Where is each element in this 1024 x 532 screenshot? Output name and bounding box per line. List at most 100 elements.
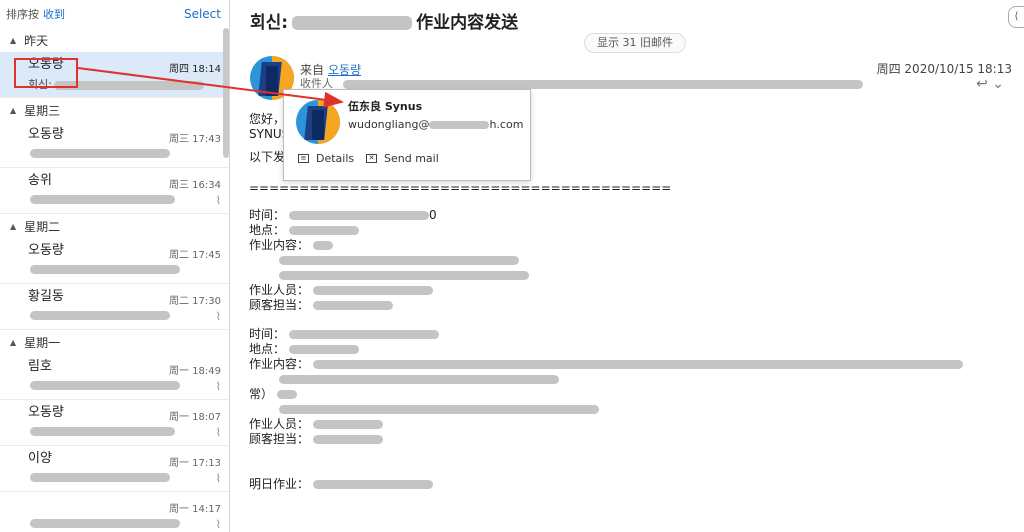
- field-label: 地点：: [249, 223, 286, 237]
- message-preview: [28, 378, 221, 394]
- list-scrollbar[interactable]: [223, 28, 229, 158]
- body-line: 作业人员：: [249, 417, 1019, 432]
- subject-prefix: 회신:: [250, 13, 289, 33]
- message-list-item[interactable]: 이양 周一 17:13 ⌇: [0, 446, 229, 492]
- message-list-item[interactable]: 오동량 周一 18:07 ⌇: [0, 400, 229, 446]
- body-line: 顾客担当：: [249, 432, 1019, 447]
- body-line: [249, 402, 1019, 417]
- date-group-label: 星期二: [24, 219, 61, 234]
- message-preview: [28, 470, 221, 486]
- message-time: 周一 18:49: [169, 366, 221, 377]
- redacted-text: [292, 16, 413, 30]
- details-button[interactable]: ≡ Details: [298, 152, 354, 165]
- redacted-text: [313, 286, 434, 295]
- field-label: 常）: [249, 387, 274, 401]
- message-preview: [28, 424, 221, 440]
- select-button[interactable]: Select: [184, 7, 221, 21]
- date-group-header[interactable]: ▲ 星期二: [0, 214, 229, 238]
- redacted-text: [279, 271, 529, 280]
- redacted-text: [313, 360, 964, 369]
- paperclip-icon: ⌇: [215, 194, 221, 207]
- body-line: [249, 268, 1019, 283]
- redacted-text: [30, 194, 175, 204]
- show-older-messages-button[interactable]: 显示 31 旧邮件: [584, 33, 686, 53]
- collapse-caret-icon[interactable]: ▲: [10, 338, 16, 347]
- date-group-header[interactable]: ▲ 昨天: [0, 28, 229, 52]
- message-list-item[interactable]: 송위 周三 16:34 ⌇: [0, 168, 229, 214]
- paperclip-icon: ⌇: [215, 518, 221, 531]
- sort-by-received-button[interactable]: 收到: [43, 6, 65, 22]
- contact-name: 伍东良 Synus: [348, 100, 423, 113]
- list-toolbar: 排序按 收到 Select: [0, 0, 229, 28]
- redacted-text: [30, 472, 170, 482]
- body-line: 常）: [249, 387, 1019, 402]
- field-label: 顾客担当：: [249, 298, 310, 312]
- date-group-header[interactable]: ▲ 星期一: [0, 330, 229, 354]
- redacted-text: [313, 301, 394, 310]
- redacted-text: [313, 480, 434, 489]
- message-time: 周一 17:13: [169, 458, 221, 469]
- redacted-text: [429, 121, 490, 129]
- contact-avatar: [296, 100, 340, 144]
- date-group-header[interactable]: ▲ 星期三: [0, 98, 229, 122]
- body-line: 地点：: [249, 342, 1019, 357]
- message-time: 周二 17:30: [169, 296, 221, 307]
- redacted-text: [277, 390, 298, 399]
- message-list-item[interactable]: 周一 14:17 ⌇: [0, 492, 229, 532]
- contact-email[interactable]: wudongliang@ h.com: [348, 118, 523, 131]
- message-subject: 회신: 作业内容发送: [250, 8, 518, 33]
- send-mail-button[interactable]: ✕ Send mail: [366, 152, 439, 165]
- body-line: [249, 253, 1019, 268]
- redacted-recipients: [342, 79, 863, 89]
- body-line: 作业人员：: [249, 283, 1019, 298]
- reply-icon[interactable]: ↩ ⌄: [976, 76, 1004, 92]
- message-time: 周一 18:07: [169, 412, 221, 423]
- message-preview: [28, 262, 221, 278]
- message-list-item[interactable]: 오동량 周三 17:43: [0, 122, 229, 168]
- field-label: 时间：: [249, 327, 286, 341]
- message-time: 周三 16:34: [169, 180, 221, 191]
- redacted-text: [289, 211, 430, 220]
- body-line: 地点：: [249, 223, 1019, 238]
- redacted-text: [30, 380, 180, 390]
- redacted-text: [30, 426, 175, 436]
- redacted-text: [30, 310, 170, 320]
- redacted-text: [313, 435, 384, 444]
- work-block-1: 时间： 0 地点： 作业内容： 作业人员： 顾客担当：: [249, 208, 1019, 313]
- tomorrow-label: 明日作业：: [249, 477, 310, 491]
- message-time: 周一 14:17: [169, 504, 221, 515]
- collapse-caret-icon[interactable]: ▲: [10, 222, 16, 231]
- body-line: 作业内容：: [249, 238, 1019, 253]
- collapse-caret-icon[interactable]: ▲: [10, 36, 16, 45]
- annotation-box: [14, 58, 78, 88]
- toggle-pane-icon[interactable]: ⟨: [1008, 6, 1024, 28]
- redacted-text: [313, 241, 334, 250]
- paperclip-icon: ⌇: [215, 426, 221, 439]
- message-list-item[interactable]: 오동량 周二 17:45: [0, 238, 229, 284]
- sort-label: 排序按: [6, 8, 39, 21]
- message-date: 周四 2020/10/15 18:13: [876, 62, 1012, 76]
- work-block-2: 时间： 地点： 作业内容： 常） 作业人员： 顾客担当：: [249, 327, 1019, 447]
- message-time: 周二 17:45: [169, 250, 221, 261]
- redacted-text: [279, 375, 559, 384]
- field-label: 作业人员：: [249, 283, 310, 297]
- message-list-item[interactable]: 림호 周一 18:49 ⌇: [0, 354, 229, 400]
- body-line: 顾客担当：: [249, 298, 1019, 313]
- paperclip-icon: ⌇: [215, 472, 221, 485]
- body-line: 时间：: [249, 327, 1019, 342]
- reading-pane: 회신: 作业内容发送 ⟨ 显示 31 旧邮件 来自 오동량 收件人 周四 2020/…: [236, 0, 1024, 532]
- date-group-label: 星期一: [24, 335, 61, 350]
- body-line: [249, 372, 1019, 387]
- message-list-item[interactable]: 황길동 周二 17:30 ⌇: [0, 284, 229, 330]
- redacted-text: [279, 256, 519, 265]
- field-label: 作业人员：: [249, 417, 310, 431]
- message-preview: [28, 146, 221, 162]
- message-time: 周三 17:43: [169, 134, 221, 145]
- redacted-text: [289, 226, 360, 235]
- redacted-text: [30, 148, 170, 158]
- redacted-text: [313, 420, 384, 429]
- collapse-caret-icon[interactable]: ▲: [10, 106, 16, 115]
- redacted-text: [289, 345, 360, 354]
- message-time: 周四 18:14: [169, 64, 221, 75]
- field-label: 作业内容：: [249, 357, 310, 371]
